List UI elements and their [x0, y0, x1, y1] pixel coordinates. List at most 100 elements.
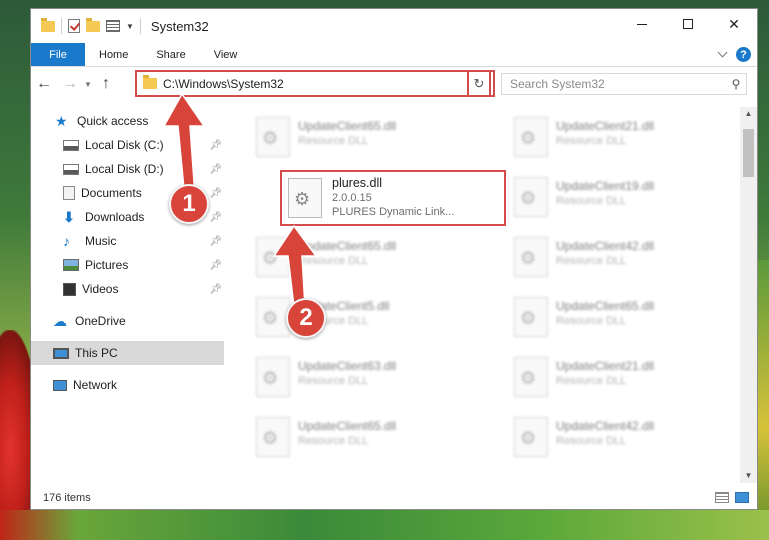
search-placeholder[interactable]: Search System32 [510, 77, 726, 91]
file-type: Resource DLL [556, 255, 627, 267]
step-badge-2: 2 [286, 298, 326, 338]
file-tile[interactable]: UpdateClient42.dll Resource DLL [504, 235, 704, 285]
sidebar-item-onedrive[interactable]: ☁ OneDrive [31, 309, 224, 333]
expand-ribbon-icon[interactable] [717, 47, 728, 58]
dll-file-icon [288, 178, 322, 218]
tab-home[interactable]: Home [85, 43, 142, 66]
dll-file-icon [514, 357, 548, 397]
drive-icon [63, 163, 79, 175]
file-tile[interactable]: UpdateClient21.dll Resource DLL [504, 355, 704, 405]
file-name: UpdateClient21.dll [556, 359, 655, 373]
window-controls: ✕ [619, 9, 757, 39]
address-text[interactable]: C:\Windows\System32 [163, 77, 477, 91]
tiles-view-icon[interactable] [735, 492, 749, 503]
sidebar-item-label: Quick access [77, 114, 149, 128]
file-name: UpdateClient42.dll [556, 239, 655, 253]
quick-access-star-icon: ★ [55, 113, 68, 129]
network-icon [53, 379, 67, 391]
sidebar-item-music[interactable]: ♪ Music 📌︎ [31, 229, 224, 253]
forward-arrow-icon[interactable]: → [57, 75, 83, 93]
dll-file-icon [514, 417, 548, 457]
vertical-scrollbar[interactable]: ▲ ▼ [740, 107, 757, 483]
pin-icon: 📌︎ [209, 187, 222, 199]
file-tile[interactable]: UpdateClient65.dll Resource DLL [246, 415, 446, 465]
minimize-button[interactable] [619, 9, 665, 39]
videos-icon [63, 282, 76, 296]
file-name: plures.dll [332, 176, 383, 190]
file-tile[interactable]: UpdateClient63.dll Resource DLL [246, 355, 446, 405]
sidebar-item-pictures[interactable]: Pictures 📌︎ [31, 253, 224, 277]
pin-icon: 📌︎ [209, 139, 222, 151]
search-icon[interactable]: ⚲ [726, 77, 746, 91]
scrollbar-thumb[interactable] [743, 129, 754, 177]
sidebar-item-videos[interactable]: Videos 📌︎ [31, 277, 224, 301]
sidebar-item-label: Videos [82, 282, 119, 296]
file-name: UpdateClient65.dll [298, 119, 397, 133]
file-type: Resource DLL [298, 435, 369, 447]
pin-icon: 📌︎ [209, 211, 222, 223]
sidebar-item-this-pc[interactable]: This PC [31, 341, 224, 365]
sidebar-item-label: Network [73, 378, 118, 392]
sidebar-item-label: Local Disk (D:) [85, 162, 164, 176]
refresh-button[interactable]: ↻ [467, 70, 491, 97]
pictures-icon [63, 259, 79, 271]
sidebar-item-label: OneDrive [75, 314, 126, 328]
file-type: Resource DLL [298, 135, 369, 147]
properties-icon[interactable] [106, 20, 120, 32]
search-input[interactable]: Search System32 ⚲ [501, 73, 747, 95]
step-badge-1: 1 [169, 184, 209, 224]
pin-icon: 📌︎ [209, 283, 222, 295]
up-arrow-icon[interactable]: ↑ [93, 75, 119, 93]
dll-file-icon [514, 117, 548, 157]
background-foliage [0, 510, 769, 540]
file-type: Resource DLL [556, 375, 627, 387]
ribbon-right: ? [717, 47, 751, 62]
customize-toolbar-icon[interactable]: ▼ [126, 22, 134, 31]
tab-share[interactable]: Share [142, 43, 199, 66]
tab-file[interactable]: File [31, 43, 85, 66]
file-tile[interactable]: UpdateClient19.dll Resource DLL [504, 175, 704, 225]
recent-locations-icon[interactable]: ▼ [83, 80, 93, 89]
highlighted-file-tile[interactable]: plures.dll 2.0.0.15 PLURES Dynamic Link.… [280, 170, 506, 226]
scroll-up-icon[interactable]: ▲ [740, 107, 757, 121]
maximize-icon [683, 19, 693, 29]
ribbon-tabs: File Home Share View ? [31, 43, 757, 67]
dll-file-icon [256, 117, 290, 157]
close-button[interactable]: ✕ [711, 9, 757, 39]
sidebar-item-network[interactable]: Network [31, 373, 224, 397]
file-list: UpdateClient65.dll Resource DLL UpdateCl… [246, 107, 740, 483]
properties-check-icon[interactable] [68, 19, 80, 33]
item-count: 176 items [43, 492, 91, 504]
drive-icon [63, 139, 79, 151]
status-bar: 176 items [31, 487, 757, 509]
pin-icon: 📌︎ [209, 235, 222, 247]
maximize-button[interactable] [665, 9, 711, 39]
file-type: Resource DLL [556, 435, 627, 447]
sidebar-item-label: Pictures [85, 258, 129, 272]
file-tile[interactable]: UpdateClient21.dll Resource DLL [504, 115, 704, 165]
new-folder-icon[interactable] [86, 17, 100, 32]
file-name: UpdateClient19.dll [556, 179, 655, 193]
file-type: Resource DLL [556, 315, 627, 327]
details-view-icon[interactable] [715, 492, 729, 503]
dll-file-icon [256, 417, 290, 457]
scroll-down-icon[interactable]: ▼ [740, 469, 757, 483]
minimize-icon [637, 23, 647, 25]
help-icon[interactable]: ? [736, 47, 751, 62]
dll-file-icon [256, 357, 290, 397]
back-arrow-icon[interactable]: ← [31, 75, 57, 93]
file-name: UpdateClient65.dll [556, 299, 655, 313]
dll-file-icon [514, 237, 548, 277]
sidebar-item-label: Downloads [85, 210, 145, 224]
file-tile[interactable]: UpdateClient42.dll Resource DLL [504, 415, 704, 465]
toolbar-divider [61, 18, 62, 34]
file-name: UpdateClient65.dll [298, 419, 397, 433]
file-tile[interactable]: UpdateClient65.dll Resource DLL [504, 295, 704, 345]
refresh-icon: ↻ [473, 75, 485, 91]
file-tile[interactable]: UpdateClient65.dll Resource DLL [246, 115, 446, 165]
tab-view[interactable]: View [200, 43, 252, 66]
file-description: PLURES Dynamic Link... [332, 206, 455, 218]
file-name: UpdateClient63.dll [298, 359, 397, 373]
folder-icon [143, 75, 157, 89]
quick-access-toolbar: ▼ [31, 17, 141, 34]
